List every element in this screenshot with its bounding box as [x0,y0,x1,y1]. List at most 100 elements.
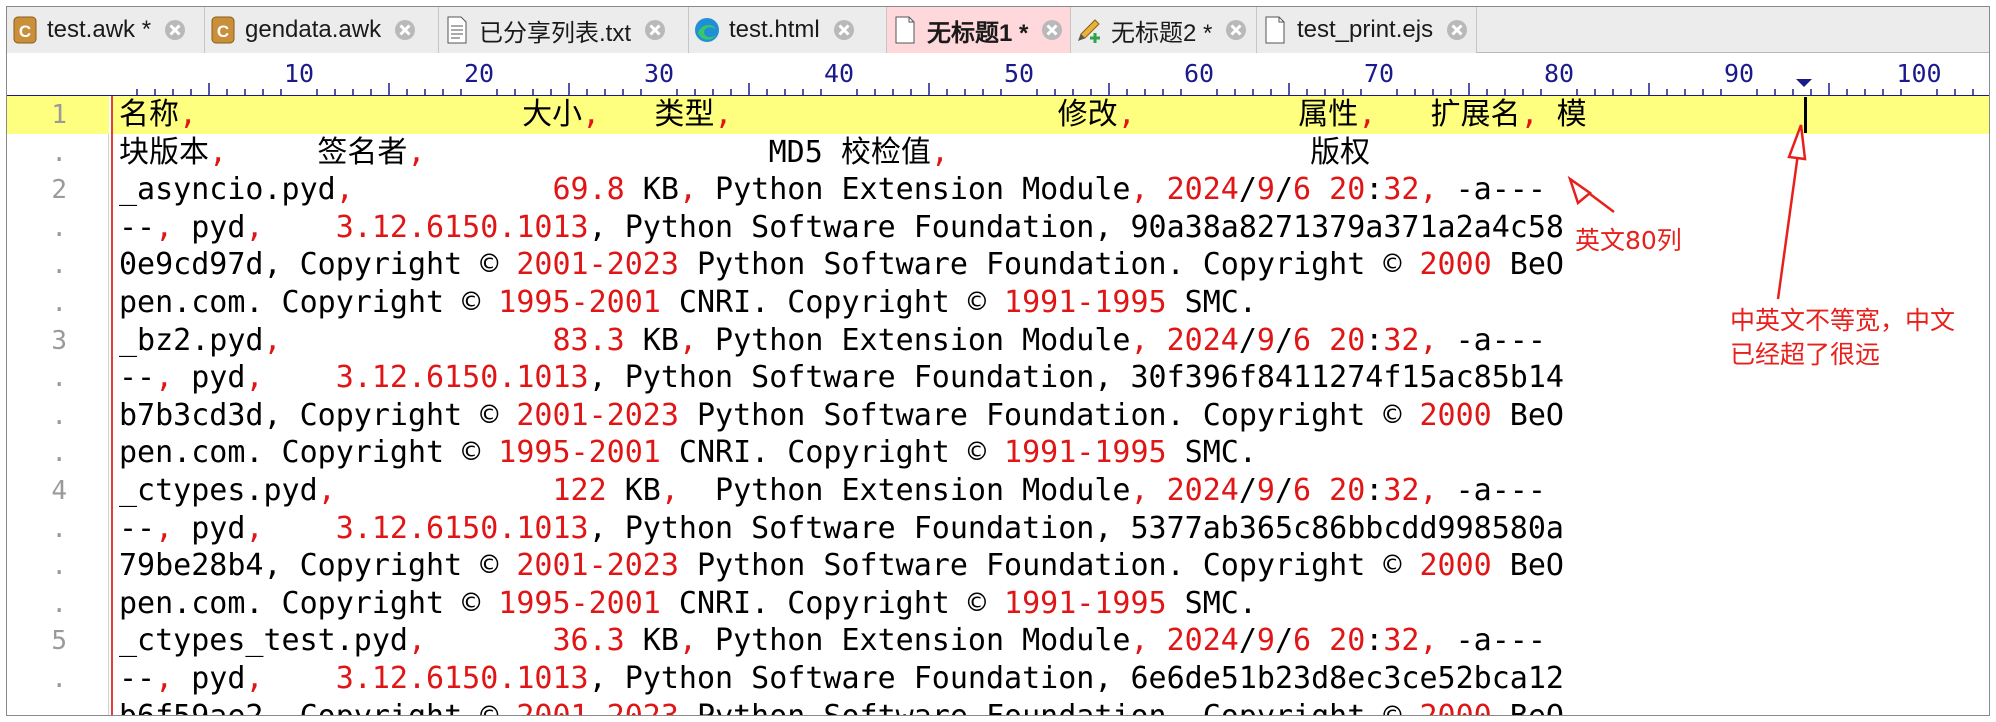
text-token: -a--- [1437,623,1546,659]
highlighted-token: - [1076,435,1095,471]
tab-5[interactable]: 无标题1 * [887,7,1071,53]
text-token: / [1274,473,1294,508]
text-token: -- [119,209,156,245]
wrap-marker: . [51,363,67,394]
text-line: --, pyd, 3.12.6150.1013, Python Software… [119,510,1564,548]
highlighted-token: , [155,661,174,696]
highlighted-token: , [155,209,174,245]
text-token: 属性 [1135,97,1359,132]
text-token: Python Software Foundation. Copyright © [678,397,1420,433]
close-tab-icon[interactable] [1445,18,1469,42]
tab-2[interactable]: Cgendata.awk [205,7,439,53]
highlighted-token: 2001 [516,699,588,715]
text-token: b7b3cd3d [119,397,264,433]
highlighted-token: , [660,473,679,508]
close-tab-icon[interactable] [163,18,187,42]
highlighted-token: , [1358,97,1377,132]
text-token: Copyright © [281,397,517,433]
ruler-label: 20 [463,59,495,88]
tab-7[interactable]: test_print.ejs [1257,7,1477,53]
close-tab-icon[interactable] [393,18,417,42]
text-token: -- [119,510,156,546]
highlighted-token: 2023 [606,397,679,433]
highlighted-token: 9 [1256,473,1275,508]
highlighted-token: 1995 [1094,285,1167,320]
wrap-marker: . [51,137,67,168]
highlighted-token: 2001 [516,397,589,433]
highlighted-token: 32 [1383,172,1420,208]
ruler-label: 70 [1363,59,1395,88]
wrap-marker: . [51,513,67,544]
highlighted-token: , [317,473,336,508]
highlighted-token: 1991 [1004,285,1077,320]
text-token: : [1365,172,1384,208]
text-token: , [1094,661,1113,696]
highlighted-token: 36.3 [552,623,625,659]
text-token: 大小 [197,97,583,132]
svg-text:C: C [217,22,229,41]
text-line: --, pyd, 3.12.6150.1013, Python Software… [119,359,1564,397]
highlighted-token: - [589,699,607,715]
tab-label: test_print.ejs [1297,16,1434,43]
text-token: _ctypes_test.pyd [119,623,408,659]
highlighted-token: , [263,322,282,358]
highlighted-token: - [570,435,589,471]
highlighted-token: 32 [1383,623,1420,659]
close-tab-icon[interactable] [832,18,856,42]
text-token: BeO [1491,548,1564,584]
highlighted-token: , [678,172,697,208]
text-token: pen.com. Copyright © [119,285,499,320]
text-line: 0e9cd97d, Copyright © 2001-2023 Python S… [119,246,1564,284]
text-area[interactable]: 名称, 大小, 类型, 修改, 属性, 扩展名, 模块版本, 签名者, MD5 … [113,96,1989,715]
highlighted-token: , [1419,623,1438,659]
text-token: Python Extension Module [678,473,1131,508]
awk-file-icon: C [11,14,39,46]
highlighted-token: , [1130,172,1149,208]
wrap-marker: . [51,288,67,318]
highlighted-token: 32 [1383,473,1420,508]
text-token: BeO [1491,247,1564,283]
tab-bar: Ctest.awk * Cgendata.awk 已分享列表.txt test.htm… [7,7,1989,53]
text-token: Python Software Foundation [606,209,1095,245]
text-token: / [1274,322,1294,358]
text-token: : [1365,322,1384,358]
text-token: : [1365,623,1384,659]
text-token: 30f396f8411274f15ac85b14 [1112,360,1564,396]
tab-3[interactable]: 已分享列表.txt [439,7,689,53]
line-number-gutter: 1. 2... 3... 4... 5.. [7,96,109,715]
highlighted-token: 2001 [588,435,661,471]
highlighted-token: , [209,134,228,170]
text-token: pen.com. Copyright © [119,585,499,621]
text-token: , [1094,510,1113,546]
text-token: 模 [1538,97,1587,132]
tab-4[interactable]: test.html [689,7,887,53]
highlighted-token: , [335,172,354,208]
highlighted-token: 20 [1329,623,1366,659]
text-token: Copyright © [282,699,517,715]
tab-6[interactable]: 无标题2 * [1071,7,1257,53]
close-tab-icon[interactable] [1224,18,1248,42]
close-tab-icon[interactable] [643,18,667,42]
text-line: --, pyd, 3.12.6150.1013, Python Software… [119,660,1564,698]
text-token: BeO [1491,397,1564,433]
text-token: CNRI. Copyright © [660,285,1005,320]
text-line: pen.com. Copyright © 1995-2001 CNRI. Cop… [119,585,1257,623]
text-token: BeO [1492,699,1564,715]
awk-file-icon: C [209,14,237,46]
highlighted-token: 1995 [498,585,571,621]
wrap-marker: . [51,588,67,619]
ruler-label: 10 [283,59,315,88]
close-tab-icon[interactable] [1040,18,1064,42]
highlighted-token: 1991 [1004,585,1077,621]
highlighted-token: 1995 [1094,585,1167,621]
ruler-label: 100 [1896,59,1942,88]
highlighted-token: , [582,97,601,132]
tab-1[interactable]: Ctest.awk * [7,7,205,53]
text-token: 扩展名 [1376,97,1521,132]
ruler-label: 80 [1543,59,1575,88]
tab-label: test.awk * [47,16,152,43]
highlighted-token: 2023 [606,247,679,283]
